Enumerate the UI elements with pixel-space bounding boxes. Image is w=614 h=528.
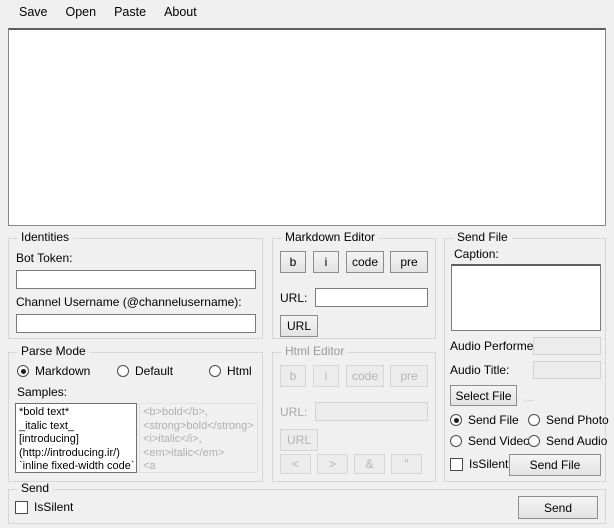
caption-textarea[interactable] bbox=[451, 264, 601, 331]
send-file-is-silent-box bbox=[450, 457, 463, 471]
audio-title-input bbox=[533, 361, 601, 379]
html-url-label: URL: bbox=[280, 405, 308, 419]
html-gt-button: > bbox=[317, 454, 348, 474]
html-url-button: URL bbox=[280, 429, 318, 451]
send-group: Send IsSilent Send bbox=[8, 482, 606, 524]
parse-mode-title: Parse Mode bbox=[17, 345, 90, 358]
markdown-editor-group: Markdown Editor b i code pre URL: URL bbox=[272, 231, 436, 339]
html-editor-group: Html Editor b i code pre URL: URL < > & … bbox=[272, 345, 436, 482]
radio-send-photo[interactable]: Send Photo bbox=[528, 413, 609, 427]
audio-performer-label: Audio Performer: bbox=[450, 339, 541, 353]
radio-send-photo-label: Send Photo bbox=[546, 413, 609, 427]
radio-send-photo-dot bbox=[528, 414, 540, 426]
radio-markdown-dot bbox=[17, 365, 29, 377]
menu-save[interactable]: Save bbox=[10, 2, 57, 22]
menu-bar: Save Open Paste About bbox=[0, 0, 614, 24]
send-is-silent-box bbox=[15, 500, 28, 514]
html-code-button: code bbox=[346, 365, 384, 387]
identities-title: Identities bbox=[17, 231, 74, 244]
markdown-sample-box[interactable]: *bold text* _italic text_ [introducing] … bbox=[15, 403, 137, 473]
send-is-silent-label: IsSilent bbox=[34, 500, 74, 514]
radio-html-dot bbox=[209, 365, 221, 377]
radio-markdown[interactable]: Markdown bbox=[17, 364, 90, 378]
identities-group: Identities Bot Token: Channel Username (… bbox=[8, 231, 263, 339]
message-editor[interactable] bbox=[8, 28, 606, 226]
html-amp-button: & bbox=[354, 454, 385, 474]
markdown-code-button[interactable]: code bbox=[346, 251, 384, 273]
markdown-url-input[interactable] bbox=[315, 288, 428, 307]
markdown-editor-title: Markdown Editor bbox=[281, 231, 380, 244]
radio-send-audio[interactable]: Send Audio bbox=[528, 434, 607, 448]
audio-performer-input bbox=[533, 337, 601, 355]
markdown-pre-button[interactable]: pre bbox=[390, 251, 428, 273]
send-title: Send bbox=[17, 482, 54, 495]
radio-send-file[interactable]: Send File bbox=[450, 413, 519, 427]
channel-username-label: Channel Username (@channelusername): bbox=[16, 295, 242, 309]
menu-paste[interactable]: Paste bbox=[105, 2, 155, 22]
html-pre-button: pre bbox=[390, 365, 428, 387]
caption-label: Caption: bbox=[454, 247, 499, 261]
bot-token-input[interactable] bbox=[16, 270, 256, 289]
send-file-button[interactable]: Send File bbox=[509, 454, 601, 476]
radio-send-audio-dot bbox=[528, 435, 540, 447]
radio-send-video-dot bbox=[450, 435, 462, 447]
radio-send-video-label: Send Video bbox=[468, 434, 530, 448]
html-italic-button: i bbox=[313, 365, 339, 387]
bot-token-label: Bot Token: bbox=[16, 251, 73, 265]
menu-about[interactable]: About bbox=[155, 2, 206, 22]
selected-file-path: ... bbox=[524, 390, 535, 404]
markdown-italic-button[interactable]: i bbox=[313, 251, 339, 273]
send-file-title: Send File bbox=[453, 231, 512, 244]
radio-send-file-label: Send File bbox=[468, 413, 519, 427]
radio-markdown-label: Markdown bbox=[35, 364, 91, 378]
radio-default-dot bbox=[117, 365, 129, 377]
samples-label: Samples: bbox=[17, 385, 68, 399]
radio-default-label: Default bbox=[135, 364, 174, 378]
send-file-group: Send File Caption: Audio Performer: Audi… bbox=[444, 231, 609, 482]
send-button[interactable]: Send bbox=[518, 496, 598, 519]
send-file-is-silent-checkbox[interactable]: IsSilent bbox=[450, 457, 508, 471]
send-is-silent-checkbox[interactable]: IsSilent bbox=[15, 500, 73, 514]
menu-open[interactable]: Open bbox=[57, 2, 106, 22]
parse-mode-group: Parse Mode Markdown Default Html Samples… bbox=[8, 345, 263, 482]
html-sample-box: <b>bold</b>, <strong>bold</strong> <i>it… bbox=[139, 403, 258, 473]
radio-send-audio-label: Send Audio bbox=[546, 434, 608, 448]
select-file-button[interactable]: Select File bbox=[450, 385, 517, 406]
radio-html-label: Html bbox=[227, 364, 252, 378]
markdown-url-label: URL: bbox=[280, 291, 308, 305]
html-quote-button: " bbox=[391, 454, 422, 474]
audio-title-label: Audio Title: bbox=[450, 363, 510, 377]
radio-html[interactable]: Html bbox=[209, 364, 252, 378]
radio-default[interactable]: Default bbox=[117, 364, 173, 378]
html-url-input bbox=[315, 402, 428, 421]
markdown-bold-button[interactable]: b bbox=[280, 251, 306, 273]
markdown-url-button[interactable]: URL bbox=[280, 315, 318, 337]
html-bold-button: b bbox=[280, 365, 306, 387]
html-editor-title: Html Editor bbox=[281, 345, 349, 358]
html-lt-button: < bbox=[280, 454, 311, 474]
channel-username-input[interactable] bbox=[16, 314, 256, 333]
send-file-is-silent-label: IsSilent bbox=[469, 457, 509, 471]
radio-send-file-dot bbox=[450, 414, 462, 426]
radio-send-video[interactable]: Send Video bbox=[450, 434, 530, 448]
